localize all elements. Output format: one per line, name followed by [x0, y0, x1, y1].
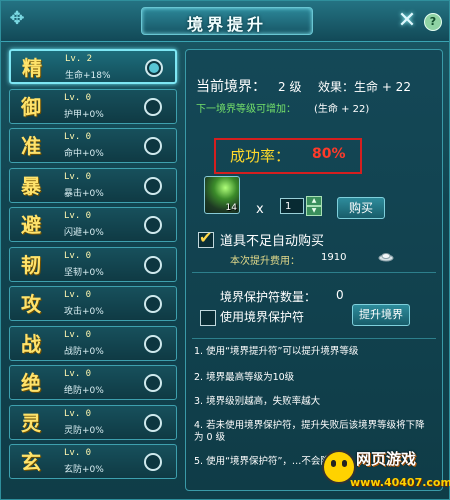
realm-list-item[interactable]: 韧 Lv. 0 坚韧+0% — [9, 247, 177, 282]
note-item: 1. 使用“境界提升符”可以提升境界等级 — [194, 346, 359, 357]
cost-label: 本次提升费用： — [230, 256, 300, 267]
cost-value: 1910 — [321, 252, 347, 263]
realm-level: Lv. 0 — [64, 211, 92, 221]
multiply-sign: x — [256, 202, 264, 217]
realm-level: Lv. 0 — [64, 132, 92, 142]
quantity-up-icon[interactable]: ▲ — [306, 196, 322, 206]
realm-char: 玄 — [21, 450, 41, 474]
realm-attribute: 闪避+0% — [64, 228, 104, 238]
realm-list-item[interactable]: 战 Lv. 0 战防+0% — [9, 326, 177, 361]
select-radio[interactable] — [144, 98, 162, 116]
realm-level: Lv. 2 — [65, 54, 93, 64]
realm-attribute: 攻击+0% — [64, 307, 104, 317]
title-plaque: 境界提升 — [141, 7, 313, 35]
realm-attribute: 灵防+0% — [64, 426, 104, 436]
select-radio[interactable] — [144, 414, 162, 432]
realm-attribute: 暴击+0% — [64, 189, 104, 199]
realm-list-item[interactable]: 避 Lv. 0 闪避+0% — [9, 207, 177, 242]
silver-coin-icon — [378, 253, 394, 262]
buy-button[interactable]: 购买 — [337, 197, 385, 219]
current-realm-value: 2 级 — [278, 80, 302, 94]
realm-level: Lv. 0 — [64, 172, 92, 182]
effect-text: 效果：生命 + 22 — [318, 80, 411, 94]
detail-panel: 当前境界： 2 级 效果：生命 + 22 下一境界等级可增加： (生命 + 22… — [185, 49, 443, 491]
guard-count-label: 境界保护符数量： — [220, 290, 317, 304]
realm-list: 精 Lv. 2 生命+18% 御 Lv. 0 护甲+0% 准 Lv. 0 命中+0% 暴 Lv. 0… — [9, 49, 177, 489]
realm-char: 韧 — [21, 253, 41, 277]
realm-list-item[interactable]: 灵 Lv. 0 灵防+0% — [9, 405, 177, 440]
close-icon[interactable]: ✕ — [395, 9, 419, 33]
realm-list-item[interactable]: 精 Lv. 2 生命+18% — [9, 49, 177, 84]
checkmark-icon: ✔ — [199, 228, 213, 247]
realm-char: 绝 — [21, 371, 41, 395]
select-radio[interactable] — [144, 137, 162, 155]
current-realm-label: 当前境界： — [196, 79, 266, 95]
realm-attribute: 生命+18% — [65, 71, 111, 81]
window-title: 境界提升 — [186, 15, 267, 34]
auto-buy-label: 道具不足自动购买 — [220, 234, 325, 249]
realm-list-item[interactable]: 暴 Lv. 0 暴击+0% — [9, 168, 177, 203]
select-radio[interactable] — [144, 374, 162, 392]
upgrade-realm-button[interactable]: 提升境界 — [352, 304, 410, 326]
upgrade-charm-icon[interactable]: 14 — [204, 176, 240, 214]
success-rate-value: 80% — [312, 146, 346, 162]
realm-char: 御 — [21, 95, 41, 119]
realm-char: 准 — [21, 134, 41, 158]
watermark-text: 网页游戏 — [356, 450, 417, 468]
divider — [192, 338, 436, 339]
realm-list-item[interactable]: 攻 Lv. 0 攻击+0% — [9, 286, 177, 321]
watermark-url: www.40407.com — [350, 476, 450, 489]
success-rate-label: 成功率： — [230, 147, 291, 165]
realm-char: 避 — [21, 213, 41, 237]
item-count: 14 — [225, 203, 237, 213]
realm-level: Lv. 0 — [64, 409, 92, 419]
quantity-down-icon[interactable]: ▼ — [306, 206, 322, 216]
guard-count-value: 0 — [336, 288, 344, 302]
realm-char: 攻 — [21, 292, 41, 316]
select-radio[interactable] — [144, 335, 162, 353]
select-radio[interactable] — [144, 216, 162, 234]
realm-attribute: 绝防+0% — [64, 386, 104, 396]
site-watermark: 网页游戏 www.40407.com — [322, 446, 450, 498]
realm-level: Lv. 0 — [64, 251, 92, 261]
next-level-bonus: (生命 + 22) — [314, 104, 370, 115]
realm-char: 战 — [21, 332, 41, 356]
realm-list-item[interactable]: 御 Lv. 0 护甲+0% — [9, 89, 177, 124]
note-item: 4. 若未使用境界保护符，提升失败后该境界等级将下降为 0 级 — [194, 420, 425, 443]
realm-attribute: 玄防+0% — [64, 465, 104, 475]
success-rate-box: 成功率： 80% — [214, 138, 362, 174]
realm-level: Lv. 0 — [64, 93, 92, 103]
select-radio[interactable] — [144, 453, 162, 471]
use-guard-checkbox[interactable] — [200, 310, 216, 326]
realm-level: Lv. 0 — [64, 448, 92, 458]
auto-buy-checkbox[interactable]: ✔ — [198, 228, 214, 248]
realm-attribute: 坚韧+0% — [64, 268, 104, 278]
select-radio[interactable] — [144, 295, 162, 313]
divider — [192, 272, 436, 273]
realm-level: Lv. 0 — [64, 369, 92, 379]
help-icon[interactable]: ? — [424, 13, 442, 31]
realm-list-item[interactable]: 准 Lv. 0 命中+0% — [9, 128, 177, 163]
realm-list-item[interactable]: 玄 Lv. 0 玄防+0% — [9, 444, 177, 479]
select-radio[interactable] — [145, 59, 163, 77]
realm-char: 精 — [22, 56, 42, 80]
realm-attribute: 战防+0% — [64, 347, 104, 357]
realm-upgrade-window: ✥ 境界提升 ✕ ? 精 Lv. 2 生命+18% 御 Lv. 0 护甲+0% 准 Lv. 0… — [0, 0, 450, 500]
realm-char: 暴 — [21, 174, 41, 198]
realm-char: 灵 — [21, 411, 41, 435]
select-radio[interactable] — [144, 256, 162, 274]
quantity-input[interactable]: 1 — [280, 198, 304, 214]
ornament-icon: ✥ — [9, 8, 25, 29]
realm-level: Lv. 0 — [64, 330, 92, 340]
select-radio[interactable] — [144, 177, 162, 195]
next-level-hint: 下一境界等级可增加： — [196, 104, 296, 115]
title-bar: ✥ 境界提升 ✕ ? — [1, 1, 449, 42]
realm-list-item[interactable]: 绝 Lv. 0 绝防+0% — [9, 365, 177, 400]
use-guard-label: 使用境界保护符 — [220, 310, 305, 324]
note-item: 3. 境界级别越高，失败率越大 — [194, 396, 321, 407]
note-item: 2. 境界最高等级为10级 — [194, 372, 295, 383]
realm-attribute: 命中+0% — [64, 149, 104, 159]
realm-level: Lv. 0 — [64, 290, 92, 300]
realm-attribute: 护甲+0% — [64, 110, 104, 120]
